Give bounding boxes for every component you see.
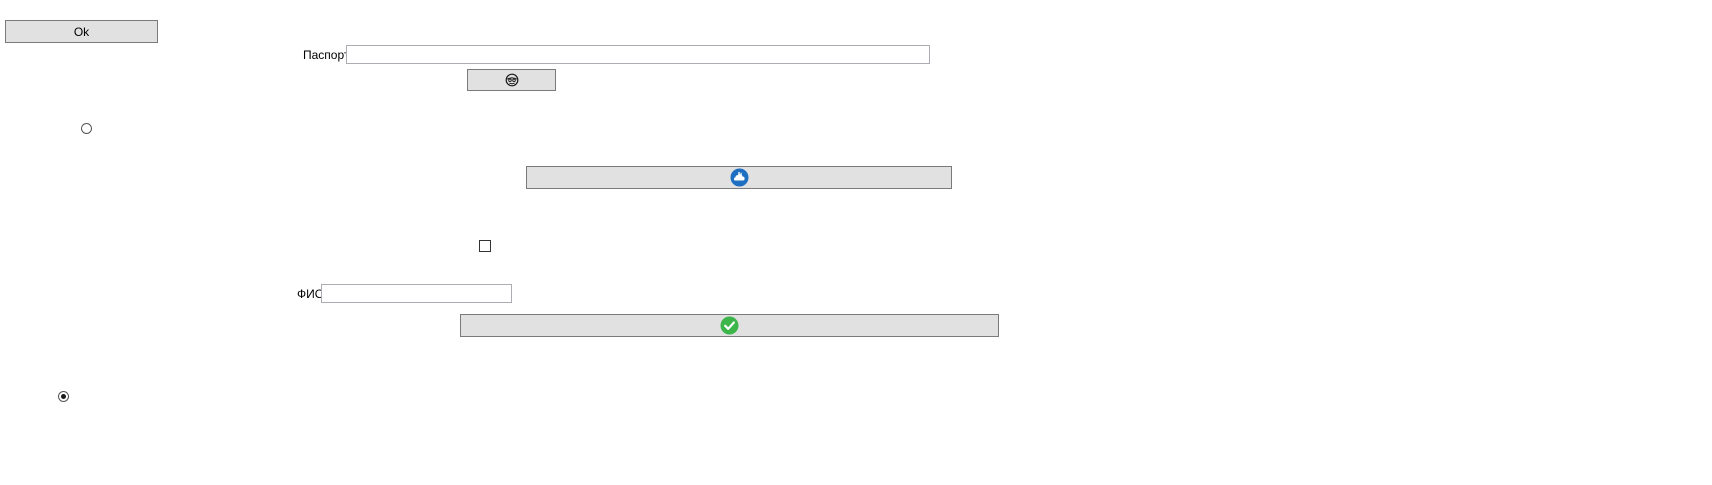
radio-option-2[interactable] (58, 391, 69, 402)
fio-field[interactable] (321, 284, 512, 303)
radio-selected-dot (61, 394, 66, 399)
passport-label: Паспорт (303, 48, 350, 62)
ok-button[interactable]: Ok (5, 20, 158, 43)
passport-field[interactable] (346, 45, 930, 64)
face-mask-icon (505, 73, 519, 87)
checkmark-icon (720, 316, 739, 335)
checkbox[interactable] (479, 240, 491, 252)
ok-button-label: Ok (73, 24, 90, 39)
face-icon-button[interactable] (467, 69, 556, 91)
confirm-button[interactable] (460, 314, 999, 337)
radio-option-1[interactable] (81, 123, 92, 134)
cloud-upload-icon (730, 168, 749, 187)
cloud-upload-button[interactable] (526, 166, 952, 189)
